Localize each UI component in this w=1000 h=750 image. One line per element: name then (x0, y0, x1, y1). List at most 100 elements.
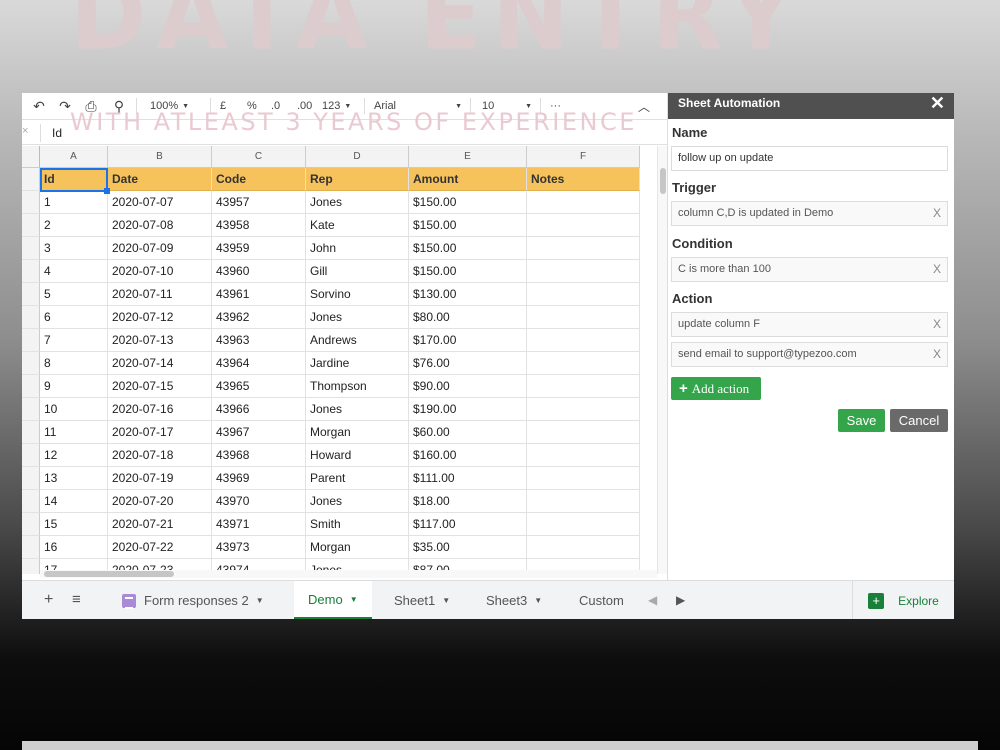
horizontal-scrollbar[interactable] (40, 570, 657, 578)
add-action-button[interactable]: + Add action (671, 377, 761, 400)
table-cell[interactable]: 5 (40, 283, 108, 306)
table-cell[interactable] (527, 375, 640, 398)
row-number[interactable] (22, 467, 40, 490)
table-cell[interactable] (527, 329, 640, 352)
row-number[interactable] (22, 444, 40, 467)
sheet-grid[interactable]: ABCDEF Id Date Code Rep Amount Notes 1 2020-07-… (22, 146, 657, 574)
table-cell[interactable] (527, 306, 640, 329)
table-cell[interactable]: 2020-07-20 (108, 490, 212, 513)
tab-demo[interactable]: Demo ▼ (294, 581, 372, 619)
scroll-thumb[interactable] (44, 571, 174, 577)
fill-handle[interactable] (104, 188, 110, 194)
explore-button[interactable]: + Explore (852, 581, 954, 619)
table-cell[interactable] (527, 214, 640, 237)
row-number[interactable] (22, 306, 40, 329)
table-cell[interactable]: 43962 (212, 306, 306, 329)
table-cell[interactable] (527, 467, 640, 490)
select-all-corner[interactable] (22, 146, 40, 168)
table-cell[interactable]: $150.00 (409, 237, 527, 260)
formula-input[interactable]: Id (52, 126, 62, 140)
column-header[interactable]: F (527, 146, 640, 168)
table-cell[interactable]: 43960 (212, 260, 306, 283)
table-cell[interactable]: 2020-07-22 (108, 536, 212, 559)
table-cell[interactable]: $150.00 (409, 214, 527, 237)
table-cell[interactable]: Smith (306, 513, 409, 536)
table-cell[interactable]: Jones (306, 191, 409, 214)
row-number[interactable] (22, 421, 40, 444)
table-cell[interactable]: 2020-07-08 (108, 214, 212, 237)
vertical-scrollbar[interactable] (657, 146, 667, 574)
row-number[interactable] (22, 237, 40, 260)
table-cell[interactable]: 2020-07-09 (108, 237, 212, 260)
table-cell[interactable]: 2 (40, 214, 108, 237)
column-header[interactable]: E (409, 146, 527, 168)
table-cell[interactable]: Andrews (306, 329, 409, 352)
table-cell[interactable]: $117.00 (409, 513, 527, 536)
add-sheet-icon[interactable]: + (44, 591, 53, 609)
row-number[interactable] (22, 536, 40, 559)
table-cell[interactable]: 13 (40, 467, 108, 490)
remove-trigger-button[interactable]: X (933, 202, 941, 225)
condition-field[interactable]: C is more than 100 X (671, 257, 948, 282)
table-cell[interactable]: 43963 (212, 329, 306, 352)
table-cell[interactable]: 43968 (212, 444, 306, 467)
scroll-thumb[interactable] (660, 168, 666, 194)
header-cell[interactable]: Code (212, 168, 306, 191)
row-number[interactable] (22, 283, 40, 306)
table-cell[interactable] (527, 352, 640, 375)
table-cell[interactable]: Jones (306, 306, 409, 329)
table-cell[interactable]: 2020-07-17 (108, 421, 212, 444)
table-cell[interactable]: 2020-07-12 (108, 306, 212, 329)
table-cell[interactable]: 43958 (212, 214, 306, 237)
cancel-button[interactable]: Cancel (890, 409, 948, 432)
table-cell[interactable]: 12 (40, 444, 108, 467)
row-number[interactable] (22, 260, 40, 283)
table-cell[interactable]: 43965 (212, 375, 306, 398)
table-cell[interactable]: Morgan (306, 421, 409, 444)
table-cell[interactable]: 43969 (212, 467, 306, 490)
table-cell[interactable]: 43964 (212, 352, 306, 375)
table-cell[interactable]: 1 (40, 191, 108, 214)
table-cell[interactable]: $150.00 (409, 191, 527, 214)
table-cell[interactable]: $90.00 (409, 375, 527, 398)
row-number[interactable] (22, 191, 40, 214)
table-cell[interactable]: $80.00 (409, 306, 527, 329)
row-number[interactable] (22, 490, 40, 513)
table-cell[interactable]: Jardine (306, 352, 409, 375)
table-cell[interactable] (527, 283, 640, 306)
table-cell[interactable]: Jones (306, 398, 409, 421)
table-cell[interactable]: Morgan (306, 536, 409, 559)
table-cell[interactable] (527, 398, 640, 421)
table-cell[interactable]: 14 (40, 490, 108, 513)
table-cell[interactable]: 15 (40, 513, 108, 536)
tab-custom[interactable]: Custom (565, 581, 635, 619)
table-cell[interactable]: 2020-07-18 (108, 444, 212, 467)
table-cell[interactable]: 43973 (212, 536, 306, 559)
row-number[interactable] (22, 375, 40, 398)
column-header[interactable]: B (108, 146, 212, 168)
table-cell[interactable] (527, 237, 640, 260)
table-cell[interactable]: 7 (40, 329, 108, 352)
table-cell[interactable] (527, 421, 640, 444)
action-field-2[interactable]: send email to support@typezoo.com X (671, 342, 948, 367)
action-field-1[interactable]: update column F X (671, 312, 948, 337)
table-cell[interactable]: 6 (40, 306, 108, 329)
table-cell[interactable]: Gill (306, 260, 409, 283)
tab-sheet1[interactable]: Sheet1 ▼ (380, 581, 464, 619)
table-cell[interactable]: $60.00 (409, 421, 527, 444)
table-cell[interactable]: $130.00 (409, 283, 527, 306)
collapse-toolbar-icon[interactable]: ︿ (638, 98, 650, 114)
header-cell[interactable]: Id (40, 168, 108, 191)
table-cell[interactable]: Howard (306, 444, 409, 467)
table-cell[interactable]: 43967 (212, 421, 306, 444)
table-cell[interactable]: 43971 (212, 513, 306, 536)
column-header[interactable]: D (306, 146, 409, 168)
table-cell[interactable] (527, 490, 640, 513)
header-cell[interactable]: Date (108, 168, 212, 191)
table-cell[interactable]: 4 (40, 260, 108, 283)
table-cell[interactable]: $111.00 (409, 467, 527, 490)
remove-action-button[interactable]: X (933, 343, 941, 366)
remove-condition-button[interactable]: X (933, 258, 941, 281)
table-cell[interactable]: 2020-07-16 (108, 398, 212, 421)
table-cell[interactable]: 10 (40, 398, 108, 421)
